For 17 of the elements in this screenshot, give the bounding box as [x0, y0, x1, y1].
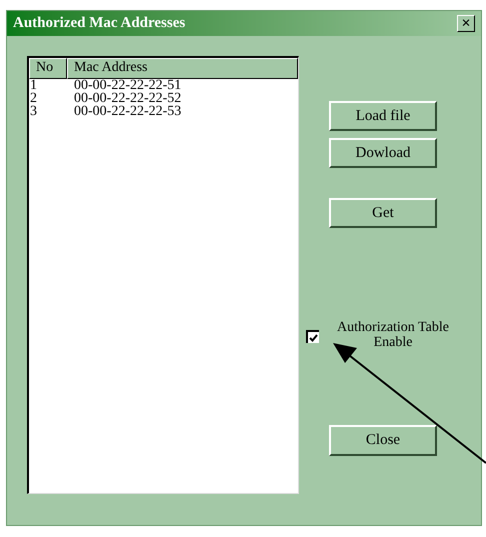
row-number: 3 [29, 105, 38, 118]
close-button[interactable]: Close [329, 425, 437, 456]
checkbox[interactable] [306, 330, 319, 343]
action-button[interactable]: Dowload [329, 138, 437, 168]
mac-address: 00-00-22-22-22-53 [73, 105, 182, 118]
check-icon [309, 334, 318, 342]
row-number: 2 [29, 92, 38, 105]
action-button[interactable]: Get [329, 198, 437, 228]
row-number: 1 [29, 79, 38, 92]
mac-address: 00-00-22-22-22-52 [73, 92, 182, 105]
mac-address: 00-00-22-22-22-51 [73, 79, 182, 92]
column-header[interactable]: Mac Address [67, 58, 298, 79]
close-icon-button[interactable]: × [457, 15, 475, 32]
action-button[interactable]: Load file [329, 101, 437, 131]
checkbox-label: Authorization Table Enable [336, 320, 450, 350]
column-header[interactable]: No [29, 58, 67, 79]
window-title: Authorized Mac Addresses [13, 14, 186, 34]
